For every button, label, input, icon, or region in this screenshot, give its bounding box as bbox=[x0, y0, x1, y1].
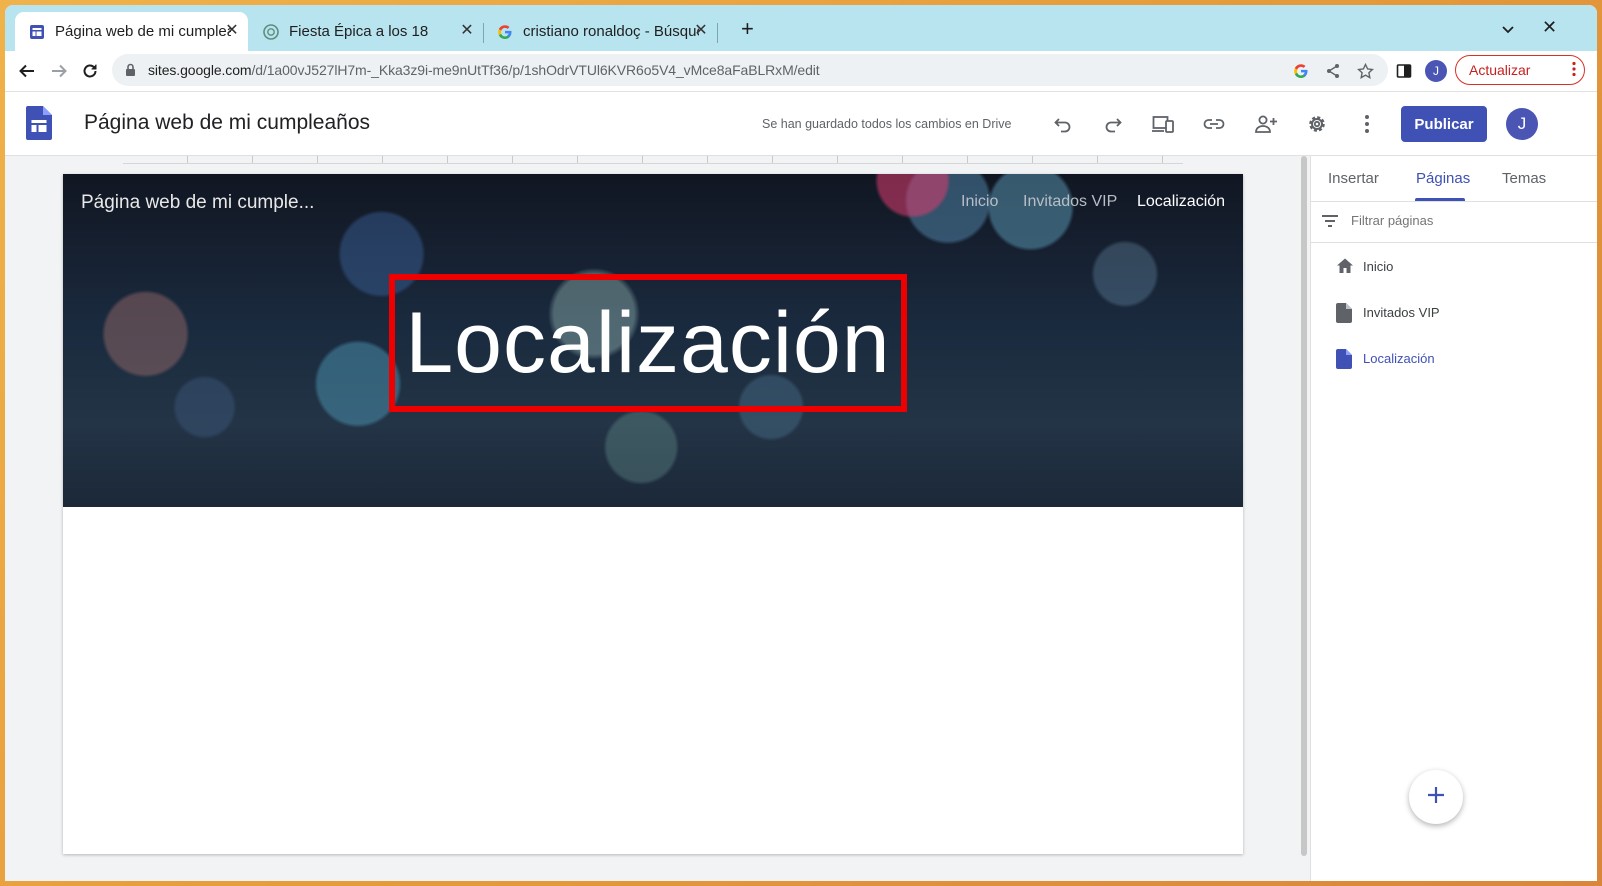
close-icon[interactable]: ✕ bbox=[459, 23, 475, 39]
tab-title: Fiesta Épica a los 18 bbox=[289, 23, 429, 40]
lock-icon[interactable] bbox=[125, 63, 136, 82]
page-item-inicio[interactable]: Inicio bbox=[1311, 247, 1597, 287]
chevron-down-icon[interactable] bbox=[1502, 21, 1514, 39]
page-item-label: Inicio bbox=[1363, 259, 1394, 274]
close-icon[interactable]: ✕ bbox=[693, 23, 709, 39]
page-item-invitados-vip[interactable]: Invitados VIP bbox=[1311, 293, 1597, 333]
url-text[interactable]: sites.google.com/d/1a00vJ527lH7m-_Kka3z9… bbox=[148, 62, 820, 78]
page-item-label: Invitados VIP bbox=[1363, 305, 1440, 320]
window-close-icon[interactable]: ✕ bbox=[1542, 17, 1557, 38]
filter-icon[interactable] bbox=[1321, 214, 1339, 233]
google-sites-icon bbox=[29, 24, 45, 40]
publish-button[interactable]: Publicar bbox=[1401, 106, 1487, 142]
reload-icon[interactable] bbox=[78, 59, 102, 83]
highlighted-title-box[interactable]: Localización bbox=[389, 274, 907, 412]
address-bar[interactable]: sites.google.com/d/1a00vJ527lH7m-_Kka3z9… bbox=[112, 54, 1388, 86]
tab-chatgpt[interactable]: Fiesta Épica a los 18 ✕ bbox=[249, 12, 483, 51]
url-host: sites.google.com bbox=[148, 62, 252, 78]
tab-temas[interactable]: Temas bbox=[1502, 170, 1546, 187]
chatgpt-icon bbox=[263, 23, 279, 40]
save-status: Se han guardado todos los cambios en Dri… bbox=[762, 117, 1012, 131]
plus-icon bbox=[1427, 786, 1445, 809]
page-icon bbox=[1336, 303, 1352, 328]
page-item-localizacion[interactable]: Localización bbox=[1311, 339, 1597, 379]
new-tab-icon[interactable]: + bbox=[741, 18, 754, 40]
redo-icon[interactable] bbox=[1101, 112, 1125, 136]
close-icon[interactable]: ✕ bbox=[224, 23, 240, 39]
sites-editor-header: Página web de mi cumpleaños Se han guard… bbox=[5, 92, 1597, 156]
site-nav-inicio[interactable]: Inicio bbox=[961, 193, 998, 211]
scrollbar[interactable] bbox=[1301, 156, 1307, 856]
browser-window: Página web de mi cumpleaños ✕ Fiesta Épi… bbox=[5, 5, 1597, 881]
tab-strip: Página web de mi cumpleaños ✕ Fiesta Épi… bbox=[5, 5, 1597, 51]
side-panel: Insertar Páginas Temas Inicio Invitados … bbox=[1310, 156, 1597, 881]
page-icon bbox=[1336, 349, 1352, 374]
tab-paginas[interactable]: Páginas bbox=[1416, 170, 1470, 187]
forward-arrow-icon[interactable] bbox=[47, 59, 71, 83]
site-nav-localizacion[interactable]: Localización bbox=[1137, 193, 1225, 211]
link-icon[interactable] bbox=[1202, 112, 1226, 136]
site-document-title[interactable]: Página web de mi cumpleaños bbox=[84, 111, 370, 135]
add-page-button[interactable] bbox=[1409, 770, 1463, 824]
site-nav-invitados-vip[interactable]: Invitados VIP bbox=[1023, 193, 1117, 211]
tab-google-search[interactable]: cristiano ronaldoç - Búsqueda ✕ bbox=[483, 12, 717, 51]
back-arrow-icon[interactable] bbox=[15, 59, 39, 83]
tab-sites-editor[interactable]: Página web de mi cumpleaños ✕ bbox=[15, 12, 248, 51]
share-icon[interactable] bbox=[1324, 62, 1342, 80]
device-preview-icon[interactable] bbox=[1151, 112, 1175, 136]
undo-icon[interactable] bbox=[1051, 112, 1075, 136]
update-button-label: Actualizar bbox=[1469, 62, 1531, 78]
filter-pages-input[interactable] bbox=[1349, 212, 1583, 229]
header-banner[interactable]: Página web de mi cumple... Inicio Invita… bbox=[63, 174, 1243, 507]
site-page-preview[interactable]: Página web de mi cumple... Inicio Invita… bbox=[63, 174, 1243, 854]
editor-canvas: Página web de mi cumple... Inicio Invita… bbox=[5, 156, 1310, 881]
tab-separator bbox=[717, 23, 718, 43]
side-panel-icon[interactable] bbox=[1394, 61, 1414, 81]
more-vert-icon[interactable] bbox=[1355, 112, 1379, 136]
update-button[interactable]: Actualizar bbox=[1455, 55, 1585, 85]
avatar[interactable]: J bbox=[1506, 108, 1538, 140]
page-item-label: Localización bbox=[1363, 351, 1435, 366]
browser-toolbar: sites.google.com/d/1a00vJ527lH7m-_Kka3z9… bbox=[5, 51, 1597, 92]
more-vert-icon bbox=[1572, 61, 1576, 80]
ruler bbox=[123, 156, 1183, 164]
add-person-icon[interactable] bbox=[1254, 112, 1278, 136]
google-sites-logo-icon[interactable] bbox=[26, 106, 52, 145]
google-lens-icon[interactable] bbox=[1292, 62, 1310, 80]
filter-row bbox=[1311, 202, 1597, 243]
profile-avatar[interactable]: J bbox=[1425, 60, 1447, 82]
google-icon bbox=[497, 24, 513, 40]
bookmark-star-icon[interactable] bbox=[1356, 62, 1374, 80]
site-name[interactable]: Página web de mi cumple... bbox=[81, 192, 314, 214]
gear-icon[interactable] bbox=[1305, 112, 1329, 136]
tab-title: cristiano ronaldoç - Búsqueda bbox=[523, 23, 699, 40]
tab-insertar[interactable]: Insertar bbox=[1328, 170, 1379, 187]
home-icon bbox=[1336, 257, 1354, 280]
page-title[interactable]: Localización bbox=[405, 294, 890, 393]
tab-title: Página web de mi cumpleaños bbox=[55, 23, 231, 40]
url-path: /d/1a00vJ527lH7m-_Kka3z9i-me9nUtTf36/p/1… bbox=[251, 62, 820, 78]
